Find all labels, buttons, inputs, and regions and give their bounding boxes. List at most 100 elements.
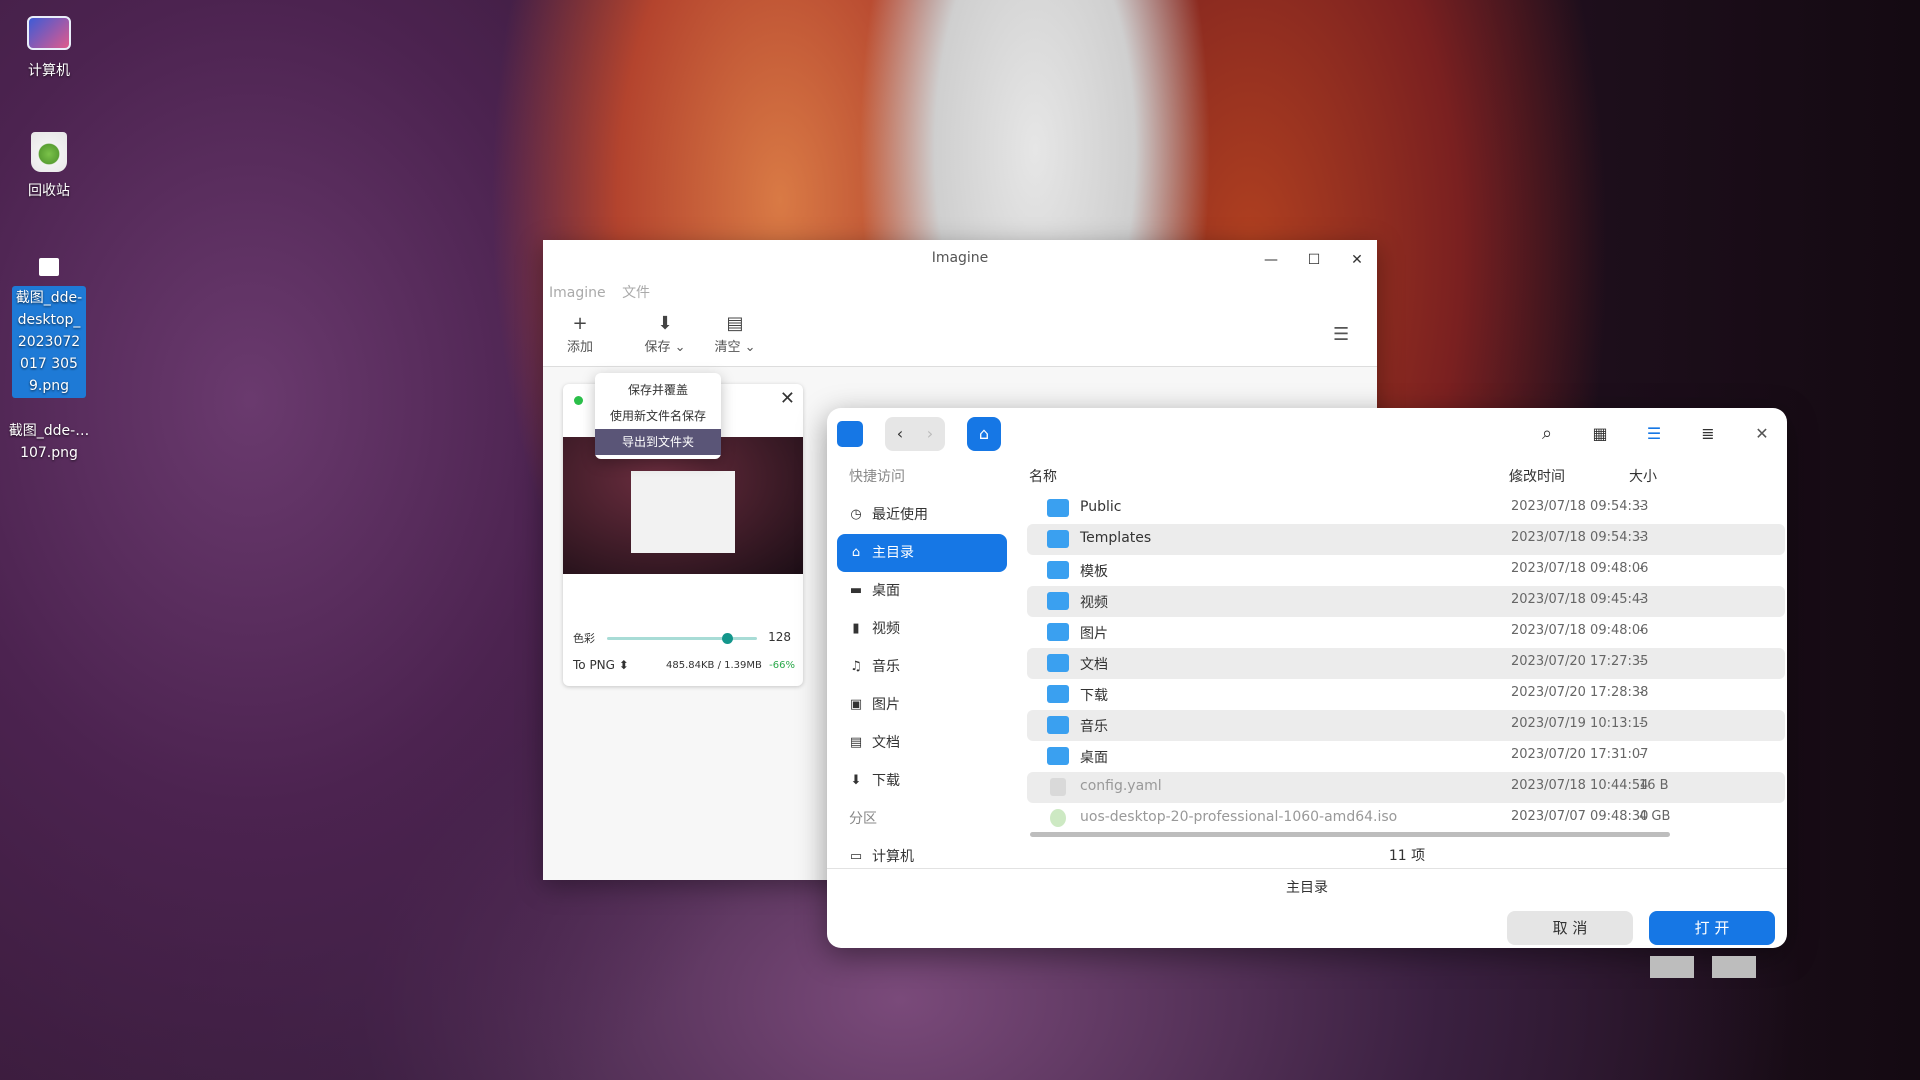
menu-file[interactable]: 文件 [622,285,650,301]
file-row[interactable]: 音乐 2023/07/19 10:13:15- [1027,710,1785,741]
file-row[interactable]: 下载 2023/07/20 17:28:38- [1027,679,1785,710]
folder-icon [1047,530,1069,548]
picture-icon: ▣ [849,697,863,712]
minimize-button[interactable]: — [1257,248,1285,272]
sidebar-item-desktop[interactable]: ▬ 桌面 [827,572,1017,610]
chevron-down-icon: ⌄ [674,340,686,355]
clock-icon: ◷ [850,507,862,522]
menu-imagine[interactable]: Imagine [549,285,606,301]
file-row[interactable]: config.yaml 2023/07/18 10:44:54 16 B [1027,772,1785,803]
add-button[interactable]: + 添加 [567,312,593,355]
computer-icon [27,16,71,50]
folder-icon [1047,561,1069,579]
quick-access-heading: 快捷访问 [849,469,905,485]
desktop-icon-screenshot-1[interactable]: 截图_dde-desktop_2023072017 3059.png [4,258,94,398]
plus-icon: + [572,313,588,334]
file-row[interactable]: 图片 2023/07/18 09:48:06- [1027,617,1785,648]
sidebar-item-videos[interactable]: ▮ 视频 [827,610,1017,648]
size-reduction: -66% [769,660,795,671]
detail-view-icon[interactable]: ≣ [1693,417,1723,451]
clear-button[interactable]: ▤ 清空 ⌄ [711,312,759,355]
file-row[interactable]: 模板 2023/07/18 09:48:06- [1027,555,1785,586]
sidebar-item-documents[interactable]: ▤ 文档 [827,724,1017,762]
desktop-icon-label: 截图_dde-…107.png [8,423,90,461]
dialog-header: ‹ › ⌂ ⌕ ▦ ☰ ≣ ✕ [827,408,1787,458]
menu-item-save-overwrite[interactable]: 保存并覆盖 [595,377,721,403]
desktop-icon-label: 计算机 [28,63,70,79]
home-icon: ⌂ [851,545,861,560]
close-icon[interactable]: ✕ [780,388,795,409]
desktop-icon-computer[interactable]: 计算机 [4,12,94,82]
menu-item-export-folder[interactable]: 导出到文件夹 [595,429,721,455]
toolbar: + 添加 ⬇ 保存 ⌄ ▤ 清空 ⌄ ☰ [543,306,1377,367]
color-slider[interactable] [607,633,757,644]
document-icon: ▤ [849,735,863,750]
status-dot [574,396,583,405]
sidebar-item-music[interactable]: ♫ 音乐 [827,648,1017,686]
search-icon[interactable]: ⌕ [1532,417,1562,451]
music-icon: ♫ [850,659,862,674]
desktop-icon-trash[interactable]: 回收站 [4,132,94,202]
file-list: Public 2023/07/18 09:54:33- Templates 2023… [1027,493,1785,834]
column-size[interactable]: 大小 [1629,466,1657,486]
column-modified[interactable]: 修改时间 [1509,466,1565,486]
cancel-button[interactable]: 取 消 [1507,911,1633,945]
open-button[interactable]: 打 开 [1649,911,1775,945]
file-row[interactable]: 文档 2023/07/20 17:27:35- [1027,648,1785,679]
desktop-icon-label: 回收站 [28,183,70,199]
menu-item-save-new-name[interactable]: 使用新文件名保存 [595,403,721,429]
current-path-label: 主目录 [1286,880,1328,896]
updown-icon: ⬍ [618,658,629,672]
download-icon: ⬇ [850,773,862,788]
desktop-icon-screenshot-2[interactable]: 截图_dde-…107.png [4,420,94,464]
save-menu: 保存并覆盖 使用新文件名保存 导出到文件夹 [595,373,721,459]
forward-button[interactable]: › [915,417,945,451]
desktop-icon: ▬ [849,583,863,598]
save-button[interactable]: ⬇ 保存 ⌄ [641,312,689,355]
desktop-icon-label: 截图_dde-desktop_2023072017 3059.png [12,286,86,398]
sidebar-item-home[interactable]: ⌂ 主目录 [837,534,1007,572]
list-view-icon[interactable]: ☰ [1639,417,1669,451]
text-file-icon [1050,778,1066,796]
close-icon[interactable]: ✕ [1747,417,1777,451]
chevron-down-icon: ⌄ [744,340,756,355]
file-row[interactable]: 视频 2023/07/18 09:45:43- [1027,586,1785,617]
dialog-footer: 主目录 取 消 打 开 [827,868,1787,948]
clear-icon: ▤ [726,313,744,334]
item-count: 11 项 [1388,848,1426,864]
image-file-icon [39,258,59,276]
download-folder-icon [1047,685,1069,703]
menu-bar: Imagine 文件 [543,280,1377,306]
file-manager-icon [837,421,863,447]
file-row[interactable]: Public 2023/07/18 09:54:33- [1027,493,1785,524]
file-row[interactable]: Templates 2023/07/18 09:54:33- [1027,524,1785,555]
download-icon: ⬇ [657,313,673,334]
file-dialog: ‹ › ⌂ ⌕ ▦ ☰ ≣ ✕ 快捷访问 ◷ 最近使用 ⌂ 主目录 ▬ 桌面 ▮ 视频 … [827,408,1787,948]
picture-folder-icon [1047,623,1069,641]
title-bar: Imagine — ☐ ✕ [543,240,1377,280]
close-button[interactable]: ✕ [1343,248,1371,272]
trash-icon [31,132,67,172]
grid-view-icon[interactable]: ▦ [1585,417,1615,451]
background-window-fragment [1650,956,1694,978]
sidebar-item-pictures[interactable]: ▣ 图片 [827,686,1017,724]
partition-heading: 分区 [849,811,877,827]
back-button[interactable]: ‹ [885,417,915,451]
background-window-fragment [1712,956,1756,978]
column-name[interactable]: 名称 [1029,466,1057,486]
file-row[interactable]: uos-desktop-20-professional-1060-amd64.i… [1027,803,1785,834]
home-crumb-button[interactable]: ⌂ [967,417,1001,451]
slider-knob[interactable] [722,633,733,644]
sidebar-item-downloads[interactable]: ⬇ 下载 [827,762,1017,800]
settings-sliders-icon[interactable]: ☰ [1333,324,1349,345]
file-row[interactable]: 桌面 2023/07/20 17:31:07- [1027,741,1785,772]
add-label: 添加 [567,340,594,355]
file-size: 485.84KB / 1.39MB [666,660,762,671]
desktop-folder-icon [1047,747,1069,765]
horizontal-scrollbar[interactable] [1030,832,1670,837]
sidebar-item-recent[interactable]: ◷ 最近使用 [827,496,1017,534]
dialog-sidebar: 快捷访问 ◷ 最近使用 ⌂ 主目录 ▬ 桌面 ▮ 视频 ♫ 音乐 ▣ 图片 ▤ 文档 ⬇ 下载 … [827,458,1017,868]
maximize-button[interactable]: ☐ [1300,248,1328,272]
clear-label: 清空 [714,340,741,355]
format-select[interactable]: To PNG ⬍ [573,658,629,672]
